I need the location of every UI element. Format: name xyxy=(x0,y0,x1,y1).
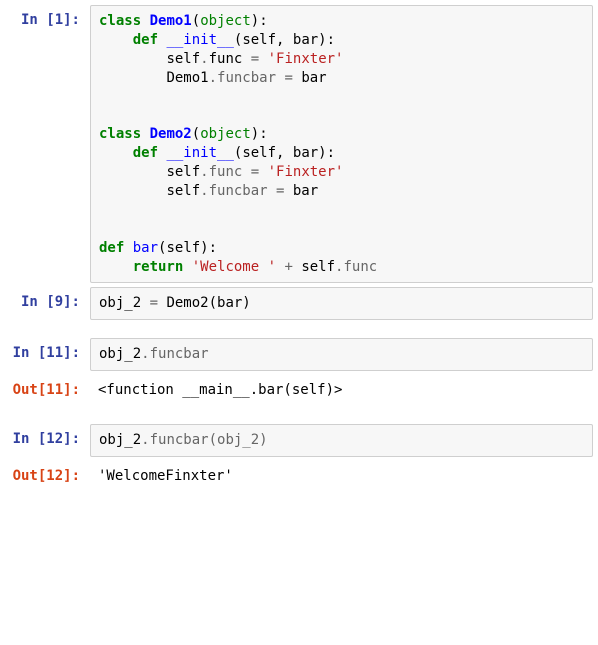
string: 'Finxter' xyxy=(268,164,344,180)
keyword: return xyxy=(133,259,184,275)
in-prompt-1: In [1]: xyxy=(5,5,90,283)
punct: ( xyxy=(192,13,200,29)
keyword: def xyxy=(99,240,124,256)
function-name: bar xyxy=(133,240,158,256)
sp xyxy=(183,259,191,275)
code-cell-9: In [9]: obj_2 = Demo2(bar) xyxy=(5,287,593,320)
punct: ): xyxy=(251,126,268,142)
builtin: object xyxy=(200,13,251,29)
class-name: Demo1 xyxy=(150,13,192,29)
out-prompt-11: Out[11]: xyxy=(5,375,90,406)
code-text: self xyxy=(301,259,335,275)
code-text: obj_2 xyxy=(99,432,141,448)
code-cell-1: In [1]: class Demo1(object): def __init_… xyxy=(5,5,593,283)
op: .funcbar xyxy=(200,183,276,199)
op: . xyxy=(200,51,208,67)
code-text: bar xyxy=(293,70,327,86)
string: 'Welcome ' xyxy=(192,259,276,275)
keyword: def xyxy=(133,145,158,161)
keyword: class xyxy=(99,13,141,29)
builtin: object xyxy=(200,126,251,142)
code-text: Demo1 xyxy=(166,70,208,86)
params: (self): xyxy=(158,240,217,256)
output-cell-11: Out[11]: <function __main__.bar(self)> xyxy=(5,375,593,406)
in-prompt-9: In [9]: xyxy=(5,287,90,320)
class-name: Demo2 xyxy=(150,126,192,142)
code-cell-12: In [12]: obj_2.funcbar(obj_2) xyxy=(5,424,593,457)
op: + xyxy=(276,259,301,275)
code-cell-11: In [11]: obj_2.funcbar xyxy=(5,338,593,371)
code-text: Demo2(bar) xyxy=(158,295,251,311)
op: = xyxy=(150,295,158,311)
code-text: self xyxy=(166,164,200,180)
code-input-12[interactable]: obj_2.funcbar(obj_2) xyxy=(90,424,593,457)
code-text: func xyxy=(209,51,251,67)
op: = xyxy=(284,70,292,86)
op: = xyxy=(251,164,259,180)
keyword: class xyxy=(99,126,141,142)
punct: ( xyxy=(192,126,200,142)
op: .funcbar(obj_2) xyxy=(141,432,267,448)
op: .func xyxy=(335,259,377,275)
output-text-11: <function __main__.bar(self)> xyxy=(90,375,593,406)
sp xyxy=(259,164,267,180)
params: (self, bar): xyxy=(234,145,335,161)
op: .func xyxy=(200,164,251,180)
code-text: self xyxy=(166,183,200,199)
out-prompt-12: Out[12]: xyxy=(5,461,90,492)
in-prompt-11: In [11]: xyxy=(5,338,90,371)
op: .funcbar xyxy=(141,346,208,362)
function-name: __init__ xyxy=(166,32,233,48)
function-name: __init__ xyxy=(166,145,233,161)
code-text: bar xyxy=(284,183,318,199)
keyword: def xyxy=(133,32,158,48)
string: 'Finxter' xyxy=(268,51,344,67)
op: .funcbar xyxy=(209,70,285,86)
params: (self, bar): xyxy=(234,32,335,48)
code-input-1[interactable]: class Demo1(object): def __init__(self, … xyxy=(90,5,593,283)
in-prompt-12: In [12]: xyxy=(5,424,90,457)
code-text: obj_2 xyxy=(99,346,141,362)
op: = xyxy=(251,51,259,67)
punct: ): xyxy=(251,13,268,29)
code-text: obj_2 xyxy=(99,295,150,311)
output-text-12: 'WelcomeFinxter' xyxy=(90,461,593,492)
sp xyxy=(259,51,267,67)
output-cell-12: Out[12]: 'WelcomeFinxter' xyxy=(5,461,593,492)
code-text: self xyxy=(166,51,200,67)
code-input-9[interactable]: obj_2 = Demo2(bar) xyxy=(90,287,593,320)
code-input-11[interactable]: obj_2.funcbar xyxy=(90,338,593,371)
